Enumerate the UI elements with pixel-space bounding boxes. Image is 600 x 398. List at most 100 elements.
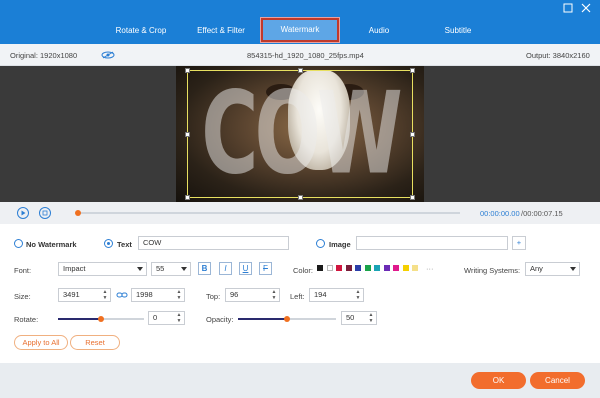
stop-button[interactable] (39, 207, 51, 219)
color-swatch[interactable] (364, 265, 371, 271)
playback-bar: 00:00:00.00 /00:00:07.15 (0, 202, 600, 224)
color-swatch[interactable] (326, 265, 333, 271)
title-bar: Rotate & Crop Effect & Filter Watermark … (0, 0, 600, 44)
color-swatch[interactable] (317, 265, 323, 271)
resize-handle[interactable] (185, 195, 190, 200)
tab-bar: Rotate & Crop Effect & Filter Watermark … (0, 17, 600, 44)
no-watermark-radio[interactable] (14, 239, 23, 248)
apply-to-all-button[interactable]: Apply to All (14, 335, 68, 350)
tab-audio[interactable]: Audio (340, 18, 418, 44)
stepper-icon[interactable]: ▲ ▼ (271, 289, 277, 301)
tab-watermark[interactable]: Watermark (260, 17, 340, 43)
original-resolution: Original: 1920x1080 (10, 51, 78, 60)
top-input[interactable]: 96 ▲ ▼ (225, 288, 280, 302)
rotate-input[interactable]: 0 ▲ ▼ (148, 311, 185, 325)
stepper-icon[interactable]: ▲ ▼ (176, 289, 182, 301)
resize-handle[interactable] (298, 68, 303, 73)
writing-systems-select[interactable]: Any (525, 262, 580, 276)
font-family-select[interactable]: Impact (58, 262, 147, 276)
stepper-icon[interactable]: ▲ ▼ (368, 312, 374, 324)
resize-handle[interactable] (410, 132, 415, 137)
tab-rotate-crop[interactable]: Rotate & Crop (100, 18, 182, 44)
bold-button[interactable]: B (198, 262, 211, 275)
ok-button[interactable]: OK (471, 372, 526, 389)
add-image-button[interactable]: + (512, 236, 526, 250)
color-swatch[interactable] (402, 265, 409, 271)
rotate-value: 0 (153, 313, 158, 322)
width-input[interactable]: 3491 ▲ ▼ (58, 288, 111, 302)
no-watermark-label[interactable]: No Watermark (26, 240, 77, 249)
color-swatch[interactable] (412, 265, 418, 271)
height-input[interactable]: 1998 ▲ ▼ (131, 288, 185, 302)
color-swatch[interactable] (345, 265, 352, 271)
total-time: /00:00:07.15 (521, 209, 563, 218)
color-swatch[interactable] (374, 265, 380, 271)
close-icon[interactable] (580, 3, 592, 15)
opacity-input[interactable]: 50 ▲ ▼ (341, 311, 377, 325)
top-value: 96 (230, 290, 239, 299)
output-resolution: Output: 3840x2160 (526, 51, 590, 60)
font-size-select[interactable]: 55 (151, 262, 191, 276)
text-label[interactable]: Text (117, 240, 132, 249)
color-swatch[interactable] (336, 265, 342, 271)
width-value: 3491 (63, 290, 80, 299)
tab-effect-filter[interactable]: Effect & Filter (182, 18, 260, 44)
chevron-down-icon (570, 267, 576, 271)
left-input[interactable]: 194 ▲ ▼ (309, 288, 364, 302)
underline-button[interactable]: U (239, 262, 252, 275)
height-value: 1998 (136, 290, 153, 299)
file-name: 854315-hd_1920_1080_25fps.mp4 (247, 51, 364, 60)
rotate-slider-knob[interactable] (98, 316, 104, 322)
font-size-value: 55 (156, 264, 165, 273)
color-swatch[interactable] (393, 265, 399, 271)
writing-systems-label: Writing Systems: (464, 266, 521, 275)
font-family-value: Impact (63, 264, 86, 273)
resize-handle[interactable] (410, 195, 415, 200)
rotate-slider-fill (58, 318, 101, 320)
watermark-text-input[interactable]: COW (138, 236, 289, 250)
reset-button[interactable]: Reset (70, 335, 120, 350)
watermark-selection-box[interactable] (185, 68, 415, 200)
image-path-input[interactable] (356, 236, 508, 250)
resize-handle[interactable] (185, 132, 190, 137)
resize-handle[interactable] (298, 195, 303, 200)
play-button[interactable] (17, 207, 29, 219)
eye-icon[interactable] (101, 51, 115, 59)
opacity-slider-knob[interactable] (284, 316, 290, 322)
strikethrough-button[interactable]: F (259, 262, 272, 275)
color-label: Color: (293, 266, 314, 275)
stepper-icon[interactable]: ▲ ▼ (102, 289, 108, 301)
image-radio[interactable] (316, 239, 325, 248)
stepper-icon[interactable]: ▲ ▼ (176, 312, 182, 324)
seek-track[interactable] (78, 212, 460, 214)
opacity-label: Opacity: (206, 315, 234, 324)
opacity-value: 50 (346, 313, 355, 322)
color-swatch[interactable] (383, 265, 390, 271)
resize-handle[interactable] (410, 68, 415, 73)
opacity-slider-fill (238, 318, 287, 320)
writing-systems-value: Any (530, 264, 543, 273)
info-row: Original: 1920x1080 854315-hd_1920_1080_… (0, 44, 600, 66)
left-label: Left: (290, 292, 305, 301)
chevron-down-icon (137, 267, 143, 271)
footer-bar: OK Cancel (0, 363, 600, 398)
text-radio[interactable] (104, 239, 113, 248)
resize-handle[interactable] (185, 68, 190, 73)
tab-subtitle[interactable]: Subtitle (418, 18, 498, 44)
link-icon[interactable] (116, 291, 128, 299)
size-label: Size: (14, 292, 31, 301)
stepper-icon[interactable]: ▲ ▼ (355, 289, 361, 301)
rotate-label: Rotate: (14, 315, 39, 324)
seek-knob[interactable] (75, 210, 81, 216)
more-colors-button[interactable]: ··· (426, 264, 434, 273)
color-swatch[interactable] (355, 265, 361, 271)
top-label: Top: (206, 292, 221, 301)
current-time: 00:00:00.00 (480, 209, 520, 218)
image-label[interactable]: Image (329, 240, 351, 249)
italic-button[interactable]: I (219, 262, 232, 275)
font-label: Font: (14, 266, 32, 275)
cancel-button[interactable]: Cancel (530, 372, 585, 389)
chevron-down-icon (181, 267, 187, 271)
left-value: 194 (314, 290, 327, 299)
restore-icon[interactable] (562, 3, 574, 15)
